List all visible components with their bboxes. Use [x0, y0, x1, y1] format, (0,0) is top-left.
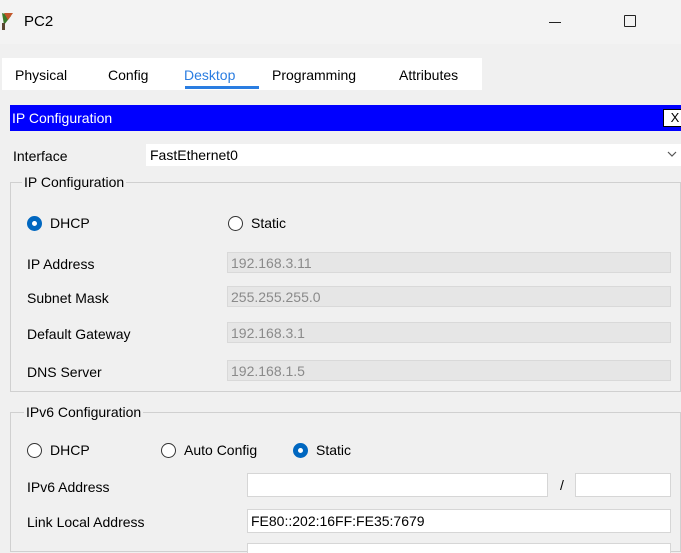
dns-server-label: DNS Server	[27, 364, 102, 380]
subnet-mask-label: Subnet Mask	[27, 290, 109, 306]
next-field-partial[interactable]	[247, 543, 671, 553]
ipv6-autoconfig-label: Auto Config	[184, 442, 258, 458]
ipv6-static-option[interactable]: Static	[293, 442, 351, 458]
ipv4-static-option[interactable]: Static	[228, 215, 286, 231]
window-title: PC2	[24, 13, 54, 30]
ipv6-address-input[interactable]	[247, 473, 548, 497]
tab-programming[interactable]: Programming	[272, 67, 356, 83]
radio-unselected-icon[interactable]	[161, 442, 176, 458]
radio-unselected-icon[interactable]	[228, 215, 243, 231]
tab-bar: Physical Config Desktop Programming Attr…	[0, 58, 681, 90]
link-local-address-field[interactable]: FE80::202:16FF:FE35:7679	[247, 509, 671, 533]
tab-config[interactable]: Config	[108, 67, 148, 83]
ipv6-prefix-input[interactable]	[575, 473, 671, 497]
window-titlebar: PC2	[0, 0, 681, 44]
default-gateway-label: Default Gateway	[27, 326, 131, 342]
subnet-mask-field[interactable]: 255.255.255.0	[227, 286, 671, 307]
default-gateway-field[interactable]: 192.168.3.1	[227, 322, 671, 343]
ipv6-address-label: IPv6 Address	[27, 479, 110, 495]
tab-attributes[interactable]: Attributes	[399, 67, 458, 83]
radio-unselected-icon[interactable]	[27, 442, 42, 458]
ipv4-group-label: IP Configuration	[22, 174, 127, 190]
ip-configuration-panel: IP Configuration X Interface FastEtherne…	[0, 92, 681, 553]
ipv6-static-label: Static	[316, 442, 352, 458]
dns-server-value: 192.168.1.5	[231, 363, 305, 379]
active-tab-indicator	[185, 86, 259, 89]
ipv6-autoconfig-option[interactable]: Auto Config	[161, 442, 257, 458]
ip-address-field[interactable]: 192.168.3.11	[227, 252, 671, 273]
ip-address-label: IP Address	[27, 256, 95, 272]
tab-desktop[interactable]: Desktop	[184, 67, 235, 83]
tab-strip: Physical Config Desktop Programming Attr…	[2, 58, 482, 90]
pc-app-icon	[2, 13, 13, 30]
prefix-separator: /	[560, 477, 564, 493]
radio-selected-icon[interactable]	[293, 442, 308, 458]
ipv6-group-label: IPv6 Configuration	[24, 404, 144, 420]
chevron-down-icon	[667, 151, 677, 157]
ip-config-title: IP Configuration	[12, 110, 113, 126]
radio-selected-icon[interactable]	[27, 215, 42, 231]
ip-address-value: 192.168.3.11	[231, 255, 312, 271]
link-local-address-value: FE80::202:16FF:FE35:7679	[251, 513, 425, 529]
subnet-mask-value: 255.255.255.0	[231, 289, 321, 305]
close-button[interactable]: X	[663, 109, 681, 127]
ipv4-dhcp-option[interactable]: DHCP	[27, 215, 90, 231]
ipv4-static-label: Static	[251, 215, 287, 231]
dns-server-field[interactable]: 192.168.1.5	[227, 360, 671, 381]
interface-label: Interface	[13, 148, 68, 164]
link-local-address-label: Link Local Address	[27, 514, 145, 530]
ipv6-dhcp-label: DHCP	[50, 442, 90, 458]
maximize-button[interactable]	[601, 0, 661, 44]
ip-config-header: IP Configuration X	[10, 105, 681, 131]
default-gateway-value: 192.168.3.1	[231, 325, 305, 341]
minimize-button[interactable]	[525, 0, 585, 44]
ipv6-dhcp-option[interactable]: DHCP	[27, 442, 90, 458]
tab-physical[interactable]: Physical	[15, 67, 67, 83]
interface-value: FastEthernet0	[150, 147, 238, 163]
ipv4-dhcp-label: DHCP	[50, 215, 90, 231]
interface-select[interactable]: FastEthernet0	[146, 144, 681, 166]
